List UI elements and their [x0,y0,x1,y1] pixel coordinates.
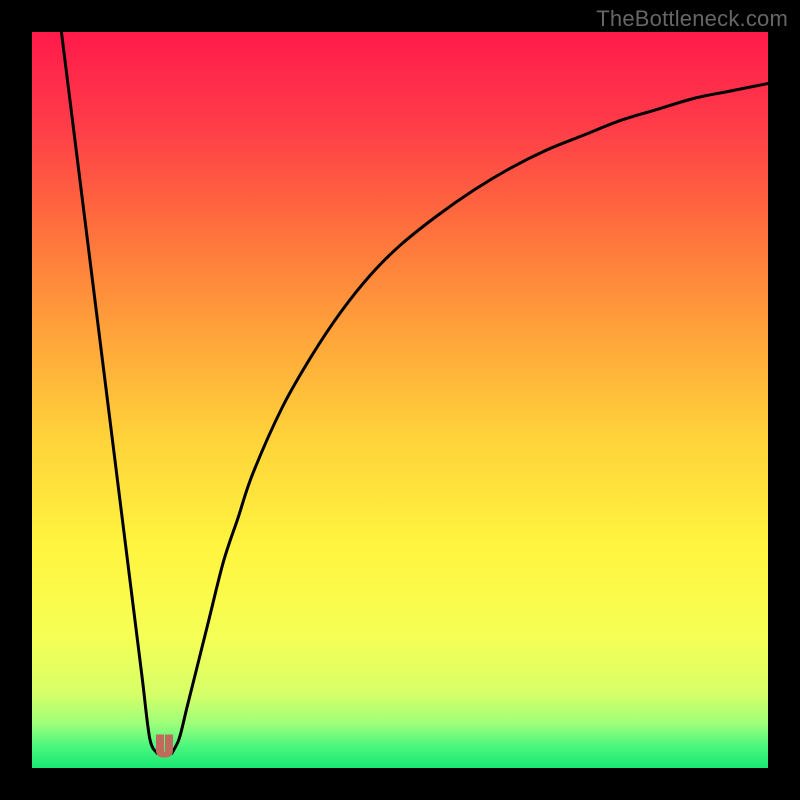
gradient-background [32,32,768,768]
chart-svg [32,32,768,768]
chart-frame: TheBottleneck.com [0,0,800,800]
watermark-text: TheBottleneck.com [596,6,788,32]
plot-area [32,32,768,768]
